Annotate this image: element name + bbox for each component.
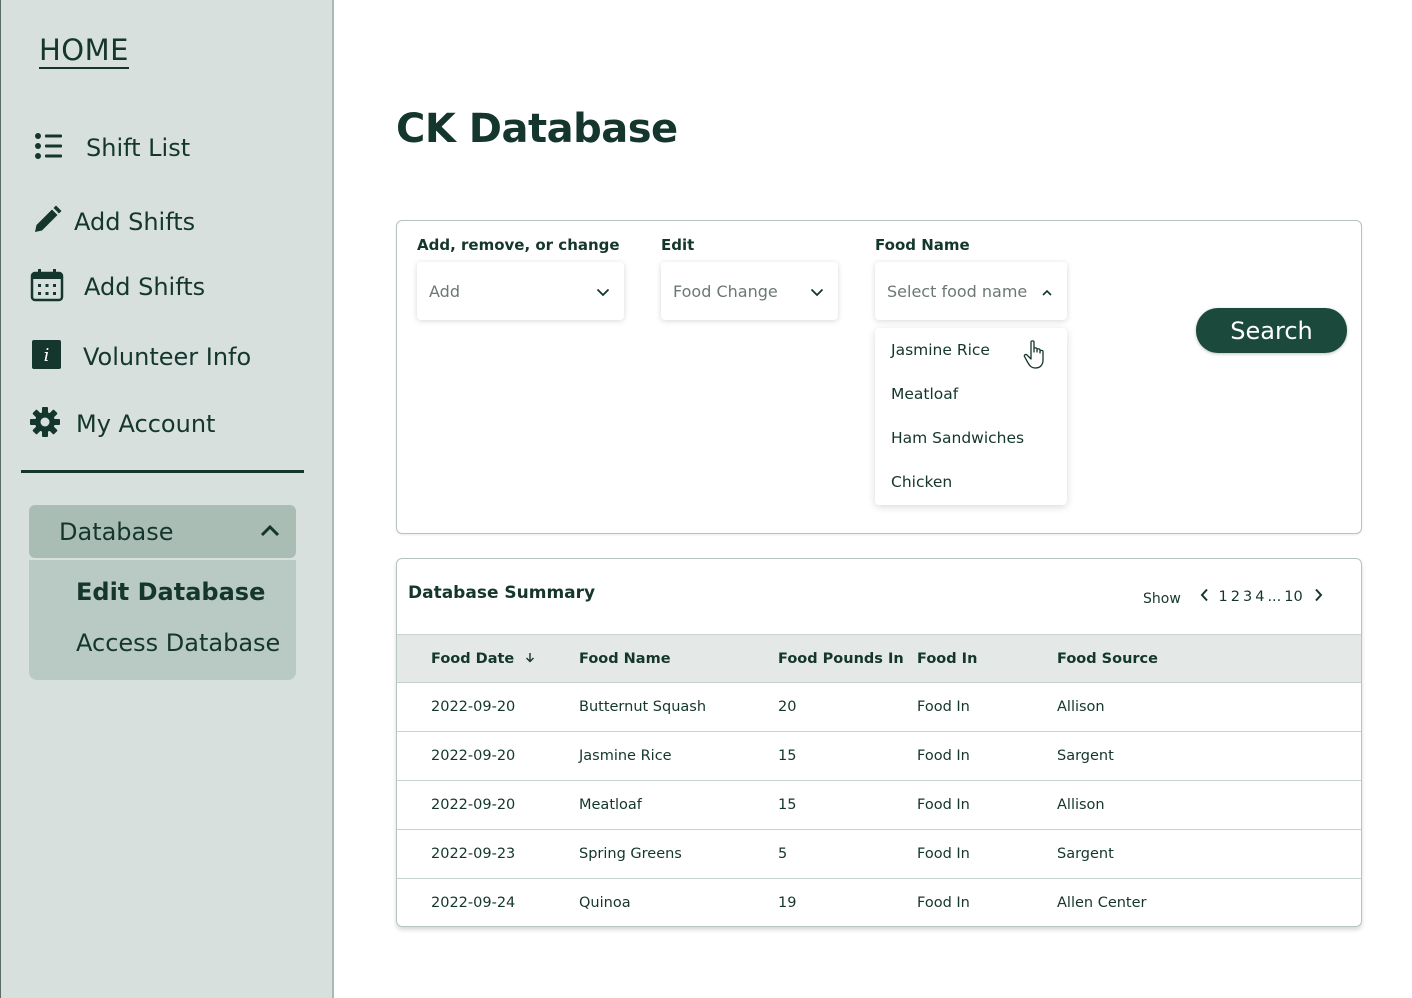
home-link[interactable]: HOME <box>39 33 129 69</box>
database-menu-toggle[interactable]: Database <box>29 505 296 558</box>
page-ellipsis: ... <box>1267 589 1282 605</box>
chevron-down-icon <box>596 282 610 301</box>
chevron-right-icon[interactable] <box>1314 588 1323 606</box>
cell-food-name: Butternut Squash <box>579 699 707 715</box>
table-row[interactable]: 2022-09-20 Jasmine Rice 15 Food In Sarge… <box>397 732 1361 781</box>
action-label: Add, remove, or change <box>417 236 620 254</box>
nav-item-add-shifts-calendar[interactable]: Add Shifts <box>30 268 205 306</box>
action-select[interactable]: Add <box>417 262 624 320</box>
table-row[interactable]: 2022-09-20 Butternut Squash 20 Food In A… <box>397 683 1361 732</box>
food-name-select[interactable]: Select food name <box>875 262 1067 320</box>
submenu-item-edit-database[interactable]: Edit Database <box>76 578 265 606</box>
cell-food-name: Jasmine Rice <box>579 748 672 764</box>
edit-label: Edit <box>661 236 695 254</box>
dropdown-option[interactable]: Chicken <box>891 473 952 491</box>
hand-cursor-icon <box>1023 340 1049 374</box>
nav-label: Volunteer Info <box>83 342 252 371</box>
cell-food-source: Allison <box>1057 699 1105 715</box>
cell-food-date: 2022-09-20 <box>431 699 516 715</box>
cell-food-in: Food In <box>917 846 970 862</box>
column-header-food-name[interactable]: Food Name <box>579 651 671 667</box>
action-select-value: Add <box>429 281 460 301</box>
chevron-up-icon <box>260 522 280 541</box>
cell-food-pounds: 19 <box>778 895 797 911</box>
cell-food-source: Sargent <box>1057 846 1114 862</box>
calendar-icon <box>30 268 84 306</box>
search-button[interactable]: Search <box>1196 308 1347 353</box>
page-link[interactable]: 1 <box>1219 589 1228 605</box>
nav-item-my-account[interactable]: My Account <box>29 406 215 442</box>
cell-food-source: Sargent <box>1057 748 1114 764</box>
cell-food-pounds: 5 <box>778 846 788 862</box>
show-label: Show <box>1143 591 1181 607</box>
table-row[interactable]: 2022-09-23 Spring Greens 5 Food In Sarge… <box>397 830 1361 879</box>
dropdown-option[interactable]: Ham Sandwiches <box>891 429 1024 447</box>
nav-label: Add Shifts <box>74 208 196 236</box>
food-name-label: Food Name <box>875 236 970 254</box>
column-header-food-pounds-in[interactable]: Food Pounds In <box>778 651 904 667</box>
database-submenu: Edit Database Access Database <box>29 560 296 680</box>
nav-label: Shift List <box>86 134 191 162</box>
svg-text:i: i <box>44 345 50 366</box>
nav-label: My Account <box>76 410 216 438</box>
column-header-label: Food Date <box>431 651 515 667</box>
edit-select-value: Food Change <box>673 281 778 301</box>
nav-item-shift-list[interactable]: Shift List <box>34 132 190 164</box>
cell-food-date: 2022-09-20 <box>431 748 516 764</box>
nav-label: Add Shifts <box>84 273 206 301</box>
page-link[interactable]: 2 <box>1231 589 1240 605</box>
cell-food-date: 2022-09-24 <box>431 895 516 911</box>
table-header: Food Date Food Name Food Pounds In Food … <box>397 634 1361 683</box>
database-summary: Database Summary Show 1 2 3 4 ... 10 Foo… <box>396 558 1362 927</box>
page-title: CK Database <box>396 106 678 152</box>
page-link[interactable]: 3 <box>1243 589 1252 605</box>
table-row[interactable]: 2022-09-24 Quinoa 19 Food In Allen Cente… <box>397 879 1361 926</box>
column-header-food-date[interactable]: Food Date <box>431 651 535 667</box>
cell-food-pounds: 20 <box>778 699 797 715</box>
cell-food-pounds: 15 <box>778 748 797 764</box>
cell-food-name: Quinoa <box>579 895 631 911</box>
chevron-up-icon <box>1041 282 1053 301</box>
column-header-food-in[interactable]: Food In <box>917 651 977 667</box>
dropdown-option[interactable]: Jasmine Rice <box>891 341 990 359</box>
cell-food-date: 2022-09-23 <box>431 846 516 862</box>
pagination: 1 2 3 4 ... 10 <box>1200 588 1323 606</box>
cell-food-date: 2022-09-20 <box>431 797 516 813</box>
cell-food-pounds: 15 <box>778 797 797 813</box>
chevron-left-icon[interactable] <box>1200 588 1209 606</box>
chevron-down-icon <box>810 282 824 301</box>
submenu-item-access-database[interactable]: Access Database <box>76 629 280 657</box>
pencil-icon <box>32 205 74 239</box>
sort-down-icon <box>525 651 535 667</box>
cell-food-name: Meatloaf <box>579 797 642 813</box>
cell-food-name: Spring Greens <box>579 846 682 862</box>
database-menu-label: Database <box>59 517 174 546</box>
info-icon: i <box>32 340 83 373</box>
cell-food-in: Food In <box>917 699 970 715</box>
sidebar: HOME Shift List Add Shifts Add Shifts i … <box>0 0 334 998</box>
edit-select[interactable]: Food Change <box>661 262 838 320</box>
food-name-placeholder: Select food name <box>887 281 1028 301</box>
gear-icon <box>29 406 76 442</box>
column-header-food-source[interactable]: Food Source <box>1057 651 1158 667</box>
dropdown-option[interactable]: Meatloaf <box>891 385 958 403</box>
cell-food-in: Food In <box>917 748 970 764</box>
cell-food-source: Allison <box>1057 797 1105 813</box>
nav-item-volunteer-info[interactable]: i Volunteer Info <box>32 340 251 373</box>
list-icon <box>34 132 86 164</box>
cell-food-in: Food In <box>917 895 970 911</box>
page-link[interactable]: 10 <box>1284 589 1302 605</box>
summary-title: Database Summary <box>408 583 596 603</box>
table-row[interactable]: 2022-09-20 Meatloaf 15 Food In Allison <box>397 781 1361 830</box>
cell-food-source: Allen Center <box>1057 895 1147 911</box>
cell-food-in: Food In <box>917 797 970 813</box>
nav-item-add-shifts[interactable]: Add Shifts <box>32 205 195 239</box>
sidebar-divider <box>21 470 304 473</box>
page-link[interactable]: 4 <box>1255 589 1264 605</box>
